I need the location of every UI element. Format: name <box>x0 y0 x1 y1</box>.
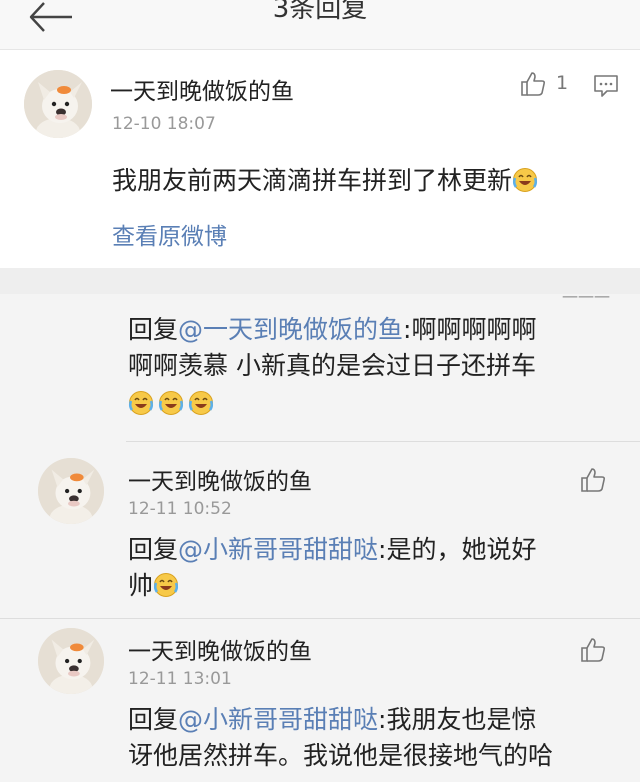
like-count: 1 <box>556 72 569 94</box>
comment-author[interactable]: 一天到晚做饭的鱼 <box>110 72 294 106</box>
comment-body: 我朋友前两天滴滴拼车拼到了林更新 <box>112 163 542 199</box>
avatar[interactable] <box>38 458 104 524</box>
main-comment: 一天到晚做饭的鱼 12-10 18:07 1 我朋友前两天滴滴拼车拼到了林更新 … <box>0 50 640 268</box>
comment-button[interactable] <box>593 74 619 98</box>
reply-body: 回复@小新哥哥甜甜哒:我朋友也是惊 讶他居然拼车。我说他是很接地气的哈 <box>128 702 628 774</box>
reply-line: 啊啊羡慕 小新真的是会过日子还拼车 <box>128 351 536 380</box>
reply-line: 讶他居然拼车。我说他是很接地气的哈 <box>128 741 554 770</box>
comment-icon <box>594 75 618 97</box>
laugh-cry-emoji-icon <box>512 167 538 193</box>
laugh-cry-emoji-icon <box>153 572 179 598</box>
mention-link[interactable]: @小新哥哥甜甜哒 <box>178 535 378 564</box>
laugh-cry-emoji-icon <box>188 390 214 416</box>
section-gap <box>0 268 640 294</box>
reply-time: 12-11 10:52 <box>128 499 232 519</box>
thumbs-up-icon <box>519 70 547 98</box>
like-button[interactable] <box>579 466 607 494</box>
divider <box>0 618 640 619</box>
reply-time: 12-11 13:01 <box>128 669 232 689</box>
reply-list: 一一一 回复@一天到晚做饭的鱼:啊啊啊啊啊 啊啊羡慕 小新真的是会过日子还拼车 … <box>0 294 640 782</box>
reply-line: 帅 <box>128 568 618 604</box>
comment-time: 12-10 18:07 <box>112 114 216 134</box>
partial-text: 一一一 <box>561 294 610 307</box>
comment-text: 我朋友前两天滴滴拼车拼到了林更新 <box>112 166 513 195</box>
like-button[interactable] <box>519 70 547 98</box>
reply-line: 回复@小新哥哥甜甜哒:我朋友也是惊 <box>128 705 537 734</box>
divider <box>126 441 640 442</box>
reply-body: 回复@一天到晚做饭的鱼:啊啊啊啊啊 啊啊羡慕 小新真的是会过日子还拼车 <box>128 312 618 422</box>
reply-body: 回复@小新哥哥甜甜哒:是的，她说好 帅 <box>128 532 618 604</box>
reply-author[interactable]: 一天到晚做饭的鱼 <box>128 462 312 496</box>
mention-link[interactable]: @小新哥哥甜甜哒 <box>178 705 378 734</box>
view-original-link[interactable]: 查看原微博 <box>112 217 227 251</box>
avatar[interactable] <box>24 70 92 138</box>
reply-line: 回复@小新哥哥甜甜哒:是的，她说好 <box>128 535 537 564</box>
thumbs-up-icon <box>579 636 607 664</box>
laugh-cry-emoji-icon <box>158 390 184 416</box>
thumbs-up-icon <box>579 466 607 494</box>
like-button[interactable] <box>579 636 607 664</box>
top-bar: 3条回复 <box>0 0 640 50</box>
emoji-row <box>128 386 618 422</box>
avatar[interactable] <box>38 628 104 694</box>
page-title: 3条回复 <box>272 0 368 24</box>
mention-link[interactable]: @一天到晚做饭的鱼 <box>178 315 403 344</box>
reply-line: 回复@一天到晚做饭的鱼:啊啊啊啊啊 <box>128 315 537 344</box>
laugh-cry-emoji-icon <box>128 390 154 416</box>
reply-author[interactable]: 一天到晚做饭的鱼 <box>128 632 312 666</box>
